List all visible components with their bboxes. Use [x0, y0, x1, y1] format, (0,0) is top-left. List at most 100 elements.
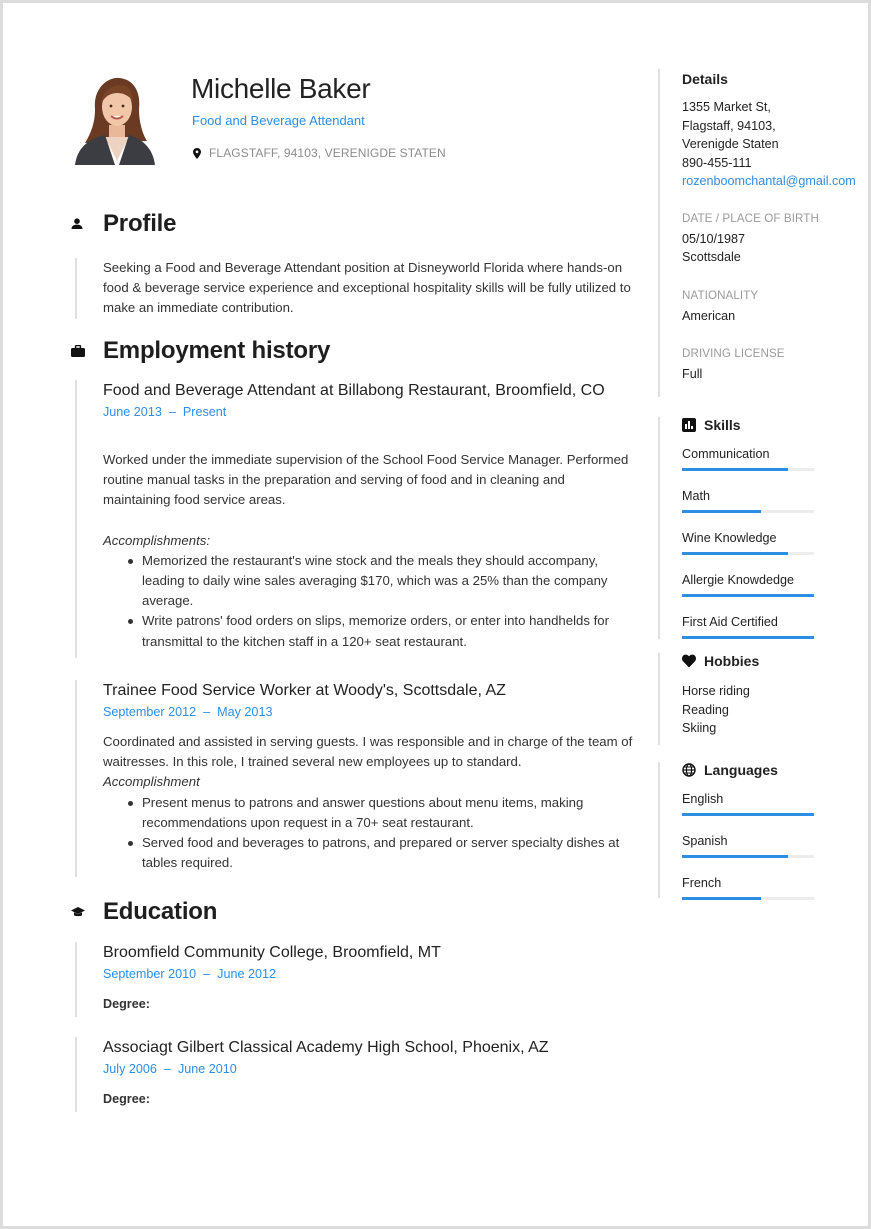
- graduation-cap-icon: [71, 902, 91, 922]
- address-line: 1355 Market St,: [682, 100, 771, 114]
- job-description: Coordinated and assisted in serving gues…: [103, 734, 633, 770]
- sidebar-languages: Languages English Spanish French: [658, 762, 858, 900]
- birth-date: 05/10/1987: [682, 231, 746, 246]
- accomplishments-list: Memorized the restaurant's wine stock an…: [127, 551, 635, 652]
- nationality-label: NATIONALITY: [682, 288, 759, 302]
- nationality-value: American: [682, 308, 736, 323]
- skill-name: First Aid Certified: [682, 615, 778, 629]
- driving-license-label: DRIVING LICENSE: [682, 347, 785, 360]
- date-separator: –: [163, 1062, 171, 1076]
- degree-label: Degree:: [103, 997, 150, 1011]
- languages-heading-text: Languages: [704, 762, 778, 778]
- person-icon: [71, 214, 91, 234]
- skill-level-bar: [682, 594, 814, 597]
- accomplishments-label: Accomplishment: [103, 774, 200, 790]
- language: French: [682, 876, 858, 900]
- skills-heading: Skills: [682, 417, 858, 433]
- person-photo-illustration: [67, 69, 163, 165]
- skill: Communication: [682, 447, 858, 471]
- address-line: Verenigde Staten: [682, 137, 779, 151]
- language: English: [682, 792, 858, 816]
- school-dates: July 2006 – June 2010: [103, 1059, 635, 1079]
- skill: Wine Knowledge: [682, 531, 858, 555]
- hobby-item: Reading: [682, 702, 729, 717]
- education-entry: Associagt Gilbert Classical Academy High…: [75, 1037, 635, 1112]
- school-title: Broomfield Community College, Broomfield…: [103, 944, 441, 961]
- sidebar-skills: Skills Communication Math Wine Knowledge Al…: [658, 417, 858, 639]
- globe-icon: [682, 763, 696, 777]
- school-title: Associagt Gilbert Classical Academy High…: [103, 1039, 549, 1056]
- driving-license-value: Full: [682, 367, 703, 381]
- hobbies-heading-text: Hobbies: [704, 653, 760, 669]
- sidebar-hobbies: Hobbies Horse riding Reading Skiing: [658, 653, 858, 745]
- skill-level-fill: [682, 468, 788, 471]
- school-start: September 2010: [103, 967, 197, 981]
- languages-heading: Languages: [682, 762, 858, 778]
- candidate-location: FLAGSTAFF, 94103, VERENIGDE STATEN: [193, 146, 446, 160]
- details-heading: Details: [682, 71, 728, 87]
- language-name: Spanish: [682, 834, 728, 848]
- job-entry: Trainee Food Service Worker at Woody's, …: [75, 680, 635, 878]
- briefcase-icon: [71, 341, 91, 361]
- skill-level-fill: [682, 510, 762, 513]
- accomplishment-item: Memorized the restaurant's wine stock an…: [127, 551, 635, 612]
- language-level-fill: [682, 855, 788, 858]
- profile-summary: Seeking a Food and Beverage Attendant po…: [103, 260, 631, 316]
- job-dates: September 2012 – May 2013: [103, 702, 635, 722]
- job-end: Present: [182, 405, 227, 419]
- accomplishment-item: Present menus to patrons and answer ques…: [127, 793, 635, 833]
- school-start: July 2006: [103, 1062, 157, 1076]
- school-end: June 2012: [217, 967, 276, 981]
- email-link[interactable]: rozenboomchantal@gmail.com: [682, 172, 858, 191]
- hobbies-heading: Hobbies: [682, 653, 858, 669]
- language: Spanish: [682, 834, 858, 858]
- job-entry: Food and Beverage Attendant at Billabong…: [75, 380, 635, 658]
- skill-level-bar: [682, 552, 814, 555]
- skill-level-fill: [682, 594, 814, 597]
- skill-name: Communication: [682, 447, 770, 461]
- school-dates: September 2010 – June 2012: [103, 964, 635, 984]
- job-title: Trainee Food Service Worker at Woody's, …: [103, 682, 506, 699]
- skill: First Aid Certified: [682, 615, 858, 639]
- section-title-education: Education: [103, 898, 218, 925]
- date-separator: –: [168, 405, 176, 419]
- bar-chart-icon: [682, 418, 696, 432]
- date-separator: –: [203, 705, 211, 719]
- language-name: English: [682, 792, 724, 806]
- section-header-profile: Profile: [67, 210, 176, 237]
- skill: Math: [682, 489, 858, 513]
- language-level-bar: [682, 813, 814, 816]
- location-text: FLAGSTAFF, 94103, VERENIGDE STATEN: [209, 146, 446, 160]
- accomplishments-label: Accomplishments:: [103, 532, 211, 548]
- education-entry: Broomfield Community College, Broomfield…: [75, 942, 635, 1017]
- job-start: September 2012: [103, 705, 197, 719]
- skill: Allergie Knowdedge: [682, 573, 858, 597]
- section-title-employment: Employment history: [103, 337, 331, 364]
- language-level-bar: [682, 897, 814, 900]
- school-end: June 2010: [177, 1062, 237, 1076]
- skill-level-bar: [682, 510, 814, 513]
- skill-level-fill: [682, 552, 788, 555]
- job-start: June 2013: [103, 405, 162, 419]
- candidate-name: Michelle Baker: [191, 73, 371, 104]
- accomplishment-item: Served food and beverages to patrons, an…: [127, 833, 635, 873]
- skill-level-bar: [682, 468, 814, 471]
- address-line: Flagstaff, 94103,: [682, 118, 776, 133]
- profile-block: Seeking a Food and Beverage Attendant po…: [75, 258, 635, 319]
- skill-name: Math: [682, 489, 710, 503]
- candidate-job-title: Food and Beverage Attendant: [192, 113, 365, 128]
- skill-name: Allergie Knowdedge: [682, 573, 795, 587]
- job-title: Food and Beverage Attendant at Billabong…: [103, 382, 605, 399]
- job-dates: June 2013 – Present: [103, 402, 635, 422]
- skill-level-fill: [682, 636, 814, 639]
- section-title-profile: Profile: [103, 210, 177, 237]
- skills-heading-text: Skills: [704, 417, 741, 433]
- hobby-item: Skiing: [682, 721, 717, 735]
- date-separator: –: [203, 967, 211, 981]
- accomplishment-item: Write patrons' food orders on slips, mem…: [127, 611, 635, 651]
- language-level-bar: [682, 855, 814, 858]
- heart-icon: [682, 654, 696, 668]
- skill-level-bar: [682, 636, 814, 639]
- skills-list: Communication Math Wine Knowledge Allergie …: [682, 447, 858, 639]
- birth-label: DATE / PLACE OF BIRTH: [682, 211, 819, 225]
